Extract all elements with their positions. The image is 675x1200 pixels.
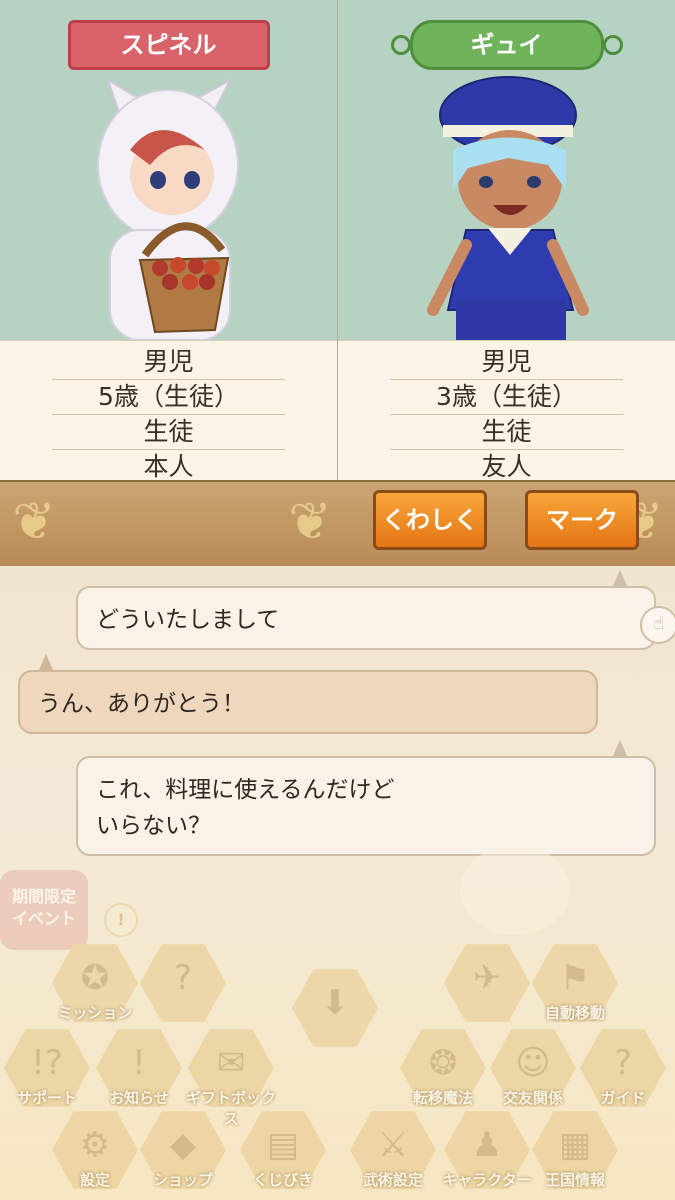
character-compare-panel: スピネル 男児 5歳（生徒） 生徒 本人 ギュイ 男児 3歳（生徒） 生徒 友人 xyxy=(0,0,675,481)
hud-button-label: 設定 xyxy=(79,1171,110,1189)
giftbox-icon: ✉ xyxy=(216,1043,246,1083)
character-portrait-right: ギュイ xyxy=(338,0,675,340)
shop-icon: ◆ xyxy=(169,1125,197,1165)
ornament-icon: ❦ xyxy=(288,492,332,552)
friends-icon: ☺ xyxy=(515,1043,551,1083)
chat-bubble: どういたしまして xyxy=(76,586,656,650)
chat-bubble: これ、料理に使えるんだけど いらない？ xyxy=(76,756,656,856)
info-gender: 男児 xyxy=(52,345,285,380)
hud-button-label: 交友関係 xyxy=(502,1089,563,1107)
hud-button-label: 自動移動 xyxy=(544,1004,605,1022)
character-icon: ♟ xyxy=(471,1125,503,1165)
hud-button-label: 転移魔法 xyxy=(412,1089,473,1107)
guide-icon: ? xyxy=(613,1043,633,1083)
notice-icon: ! xyxy=(132,1043,146,1083)
auto-move-icon: ⚑ xyxy=(559,958,591,998)
teleport-icon: ❂ xyxy=(428,1043,458,1083)
lottery-icon: ▤ xyxy=(266,1125,300,1165)
ornament-icon: ❦ xyxy=(12,492,56,552)
character-left: スピネル 男児 5歳（生徒） 生徒 本人 xyxy=(0,0,337,481)
bubble-tail-icon xyxy=(612,570,628,588)
hud-button-label: ミッション xyxy=(57,1004,133,1022)
mission-icon: ✪ xyxy=(80,958,110,998)
basket-icon xyxy=(460,845,570,935)
info-relation: 友人 xyxy=(481,452,532,481)
event-badge[interactable]: 期間限定 イベント xyxy=(0,870,88,950)
character-info-left: 男児 5歳（生徒） 生徒 本人 xyxy=(0,340,337,481)
info-age: 3歳（生徒） xyxy=(390,380,623,415)
hud-button-label: 王国情報 xyxy=(544,1171,605,1189)
help-icon: ? xyxy=(173,958,193,998)
hud-button-label: サポート xyxy=(16,1089,77,1107)
chat-bubble: うん、ありがとう！ xyxy=(18,670,598,734)
tap-icon[interactable]: ☝ xyxy=(640,606,675,644)
character-avatar-spinel xyxy=(97,77,239,340)
map-icon: ✈ xyxy=(472,958,502,998)
hud-button-label: キャラクター xyxy=(442,1171,532,1189)
character-info-right: 男児 3歳（生徒） 生徒 友人 xyxy=(338,340,675,481)
character-portrait-left: スピネル xyxy=(0,0,337,340)
info-gender: 男児 xyxy=(390,345,623,380)
hud-button-label: ガイド xyxy=(600,1089,646,1107)
settings-icon: ⚙ xyxy=(79,1125,111,1165)
bubble-tail-icon xyxy=(38,654,54,672)
hud-background: 期間限定 イベント ! ✪ ミッション? ⬇ ✈ ⚑ 自動移動!? サポート! お知らせ ✉ ギフ… xyxy=(0,845,675,1200)
info-role: 生徒 xyxy=(52,415,285,450)
bubble-tail-icon xyxy=(612,740,628,758)
hud-button-label: くじびき xyxy=(252,1171,313,1189)
hud-button-label: お知らせ xyxy=(109,1089,169,1107)
details-button[interactable]: くわしく xyxy=(373,490,487,550)
alert-icon: ! xyxy=(104,903,138,937)
character-avatar-guy xyxy=(427,76,589,340)
support-icon: !? xyxy=(31,1043,63,1083)
mark-button[interactable]: マーク xyxy=(525,490,639,550)
kingdom-icon: ▦ xyxy=(558,1125,592,1165)
down-arrow-icon: ⬇ xyxy=(320,983,350,1023)
hud-button-label: 武術設定 xyxy=(362,1171,423,1189)
info-role: 生徒 xyxy=(390,415,623,450)
info-age: 5歳（生徒） xyxy=(52,380,285,415)
character-right: ギュイ 男児 3歳（生徒） 生徒 友人 xyxy=(337,0,675,481)
hud-button-label: ショップ xyxy=(152,1171,213,1189)
martial-icon: ⚔ xyxy=(377,1125,409,1165)
info-relation: 本人 xyxy=(143,452,194,481)
